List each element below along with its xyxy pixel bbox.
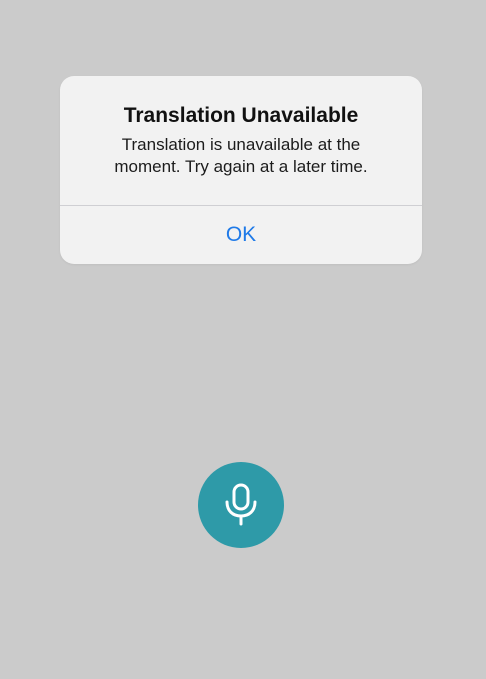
alert-message: Translation is unavailable at the moment… (84, 134, 398, 178)
microphone-icon (225, 483, 257, 526)
alert-dialog: Translation Unavailable Translation is u… (60, 76, 422, 264)
alert-message-line-2: moment. Try again at a later time. (114, 157, 368, 176)
alert-message-line-1: Translation is unavailable at the (121, 135, 361, 154)
microphone-button[interactable] (198, 462, 284, 548)
translate-screen: Translation Unavailable Translation is u… (0, 0, 486, 679)
ok-button[interactable]: OK (60, 206, 422, 264)
alert-title: Translation Unavailable (123, 104, 359, 127)
